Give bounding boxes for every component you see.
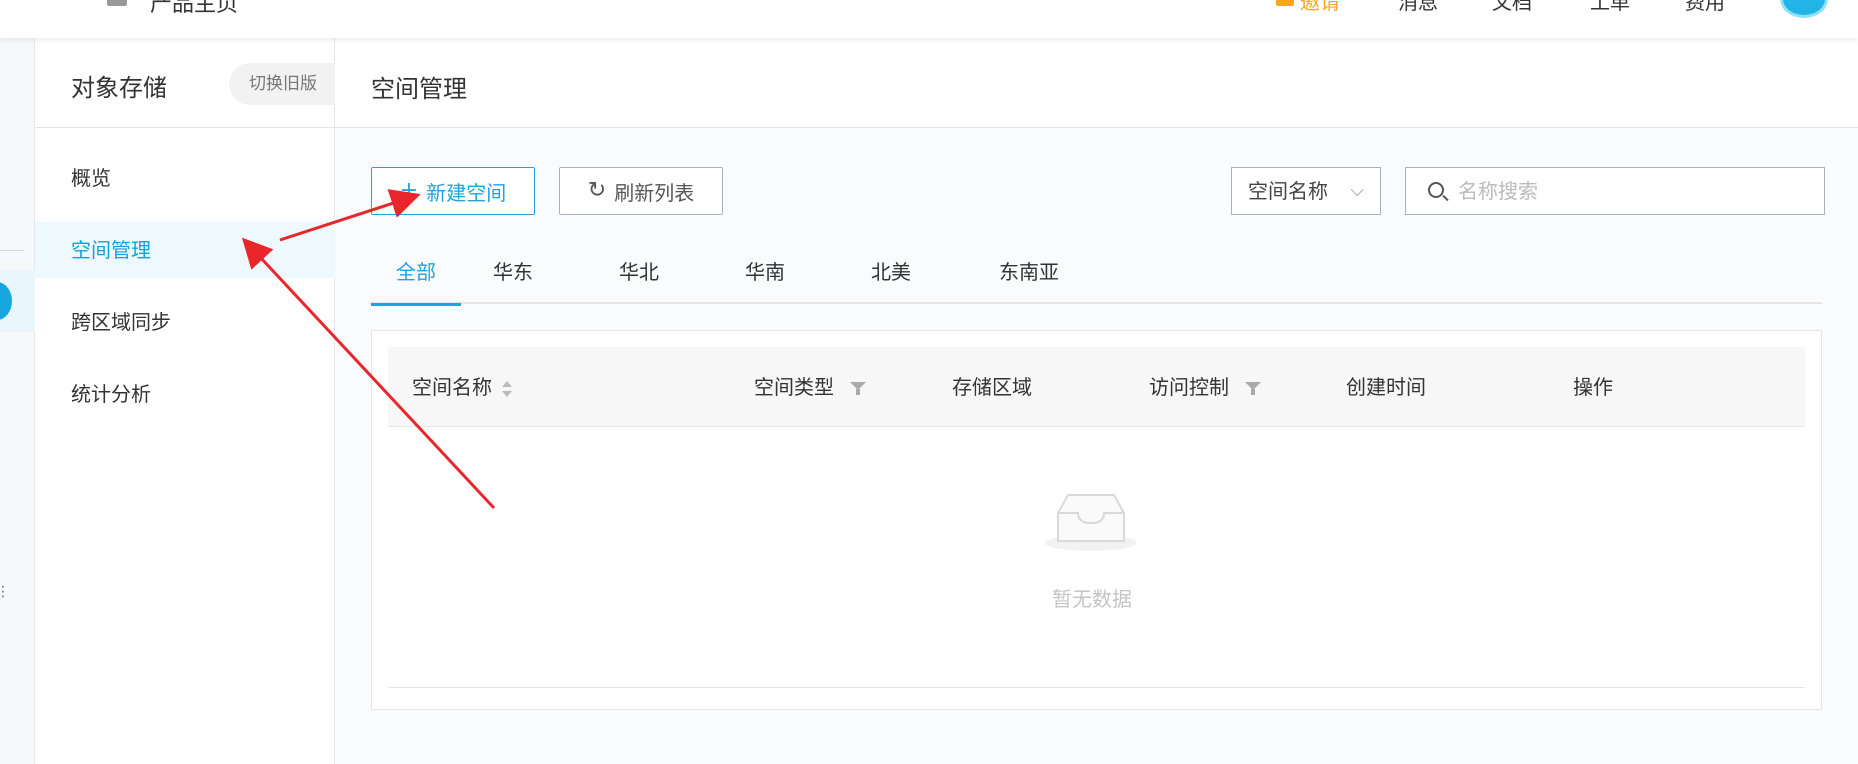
new-space-button[interactable]: + 新建空间 [371,167,535,215]
search-icon [1428,182,1444,198]
sidebar: 对象存储 切换旧版 概览 空间管理 跨区域同步 统计分析 [35,38,339,764]
nav-invite[interactable]: 邀请 [1300,0,1340,15]
tab-southeast-asia[interactable]: 东南亚 [989,250,1069,304]
tab-all[interactable]: 全部 [371,250,461,306]
search-box[interactable] [1405,167,1825,215]
divider [388,687,1805,688]
page-title: 空间管理 [371,75,467,103]
sidebar-header: 对象存储 切换旧版 [35,38,339,128]
sidebar-title: 对象存储 [71,74,167,102]
tab-east-china[interactable]: 华东 [483,250,543,304]
nav-tickets[interactable]: 工单 [1590,0,1630,15]
filter-icon[interactable] [1245,381,1261,396]
column-label: 访问控制 [1149,375,1229,399]
search-input[interactable] [1458,176,1808,206]
nav-docs[interactable]: 文档 [1492,0,1532,15]
page-header: 空间管理 [335,38,1858,128]
refresh-list-label: 刷新列表 [614,180,695,205]
tab-north-america[interactable]: 北美 [861,250,921,304]
more-icon[interactable]: ⋮ [0,585,10,599]
column-space-name[interactable]: 空间名称 [412,347,512,427]
new-space-label: 新建空间 [426,180,507,205]
top-bar: 产品主页 邀请 消息 文档 工单 费用 [0,0,1858,38]
table-header: 空间名称 空间类型 存储区域 访问控制 创建时间 操作 [388,347,1805,427]
refresh-icon: ↻ [587,178,607,203]
search-field-select[interactable]: 空间名称 ⌵ [1231,167,1381,215]
column-actions: 操作 [1573,347,1613,427]
column-label: 操作 [1573,375,1613,399]
sidebar-item-space-management[interactable]: 空间管理 [35,222,335,278]
column-access-control: 访问控制 [1149,347,1261,427]
sidebar-item-cross-region-sync[interactable]: 跨区域同步 [35,294,335,350]
plus-icon: + [399,178,419,203]
main-content: 空间管理 + 新建空间 ↻ 刷新列表 空间名称 ⌵ 全部 华东 华北 华南 北美… [335,38,1858,764]
filter-icon[interactable] [850,381,866,396]
empty-inbox-icon [1045,494,1137,551]
column-label: 空间类型 [754,375,834,399]
chevron-down-icon: ⌵ [1350,180,1364,201]
divider [0,250,24,251]
column-label: 创建时间 [1346,375,1426,399]
nav-billing[interactable]: 费用 [1685,0,1725,15]
nav-messages[interactable]: 消息 [1398,0,1438,15]
product-home-icon[interactable] [107,0,127,6]
column-storage-region: 存储区域 [952,347,1032,427]
column-label: 空间名称 [412,375,492,399]
region-tabs: 全部 华东 华北 华南 北美 东南亚 [371,250,1822,306]
sidebar-item-overview[interactable]: 概览 [35,150,335,206]
column-space-type: 空间类型 [754,347,866,427]
column-created-time: 创建时间 [1346,347,1426,427]
global-nav-strip: ⋮ [0,38,35,764]
product-home-link[interactable]: 产品主页 [150,0,238,18]
sort-icon[interactable] [502,379,512,399]
tab-north-china[interactable]: 华北 [609,250,669,304]
switch-old-version-button[interactable]: 切换旧版 [229,63,339,105]
tab-south-china[interactable]: 华南 [735,250,795,304]
column-label: 存储区域 [952,375,1032,399]
spaces-table: 空间名称 空间类型 存储区域 访问控制 创建时间 操作 暂无数据 [371,330,1822,710]
sidebar-item-statistics[interactable]: 统计分析 [35,366,335,422]
empty-text: 暂无数据 [1052,587,1132,611]
gift-icon[interactable] [1276,0,1294,6]
user-avatar[interactable] [1780,0,1828,18]
refresh-list-button[interactable]: ↻ 刷新列表 [559,167,723,215]
search-field-value: 空间名称 [1248,179,1328,203]
